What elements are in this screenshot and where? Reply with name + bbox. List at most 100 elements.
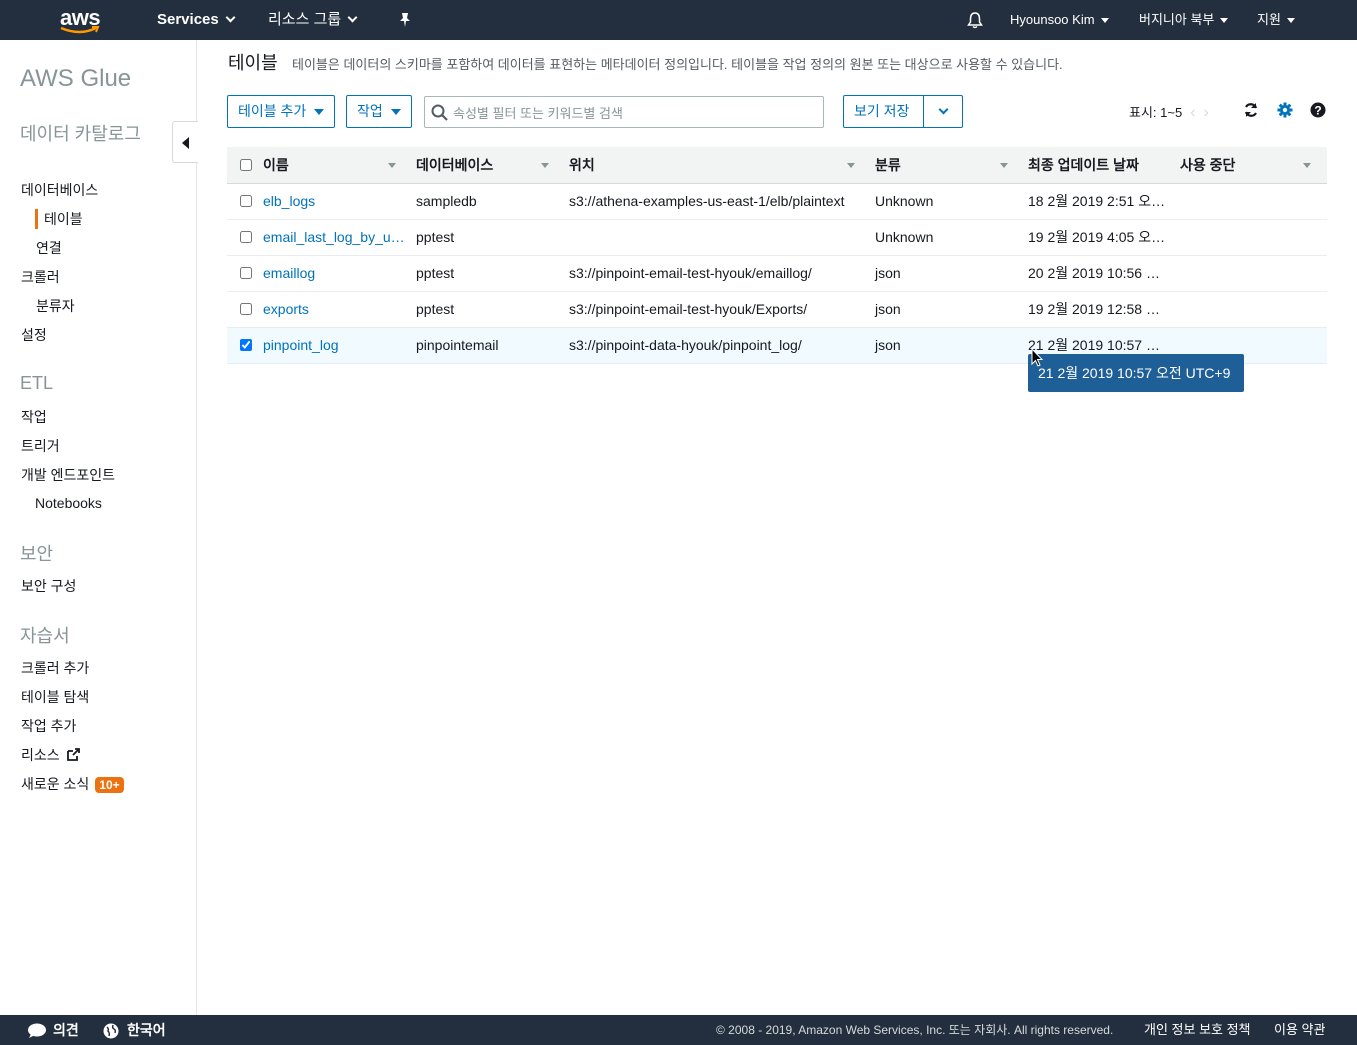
table-row[interactable]: exports pptest s3://pinpoint-email-test-…	[227, 291, 1327, 328]
table-row[interactable]: email_last_log_by_u… pptest Unknown 19 2…	[227, 219, 1327, 256]
table-name-cell: elb_logs	[259, 183, 412, 220]
row-select-cell	[227, 219, 259, 256]
help-icon[interactable]: ?	[1310, 102, 1326, 118]
sidebar-item-jobs[interactable]: 작업	[21, 407, 47, 427]
sidebar-section-catalog: 데이터 카탈로그	[20, 124, 141, 144]
whats-new-label: 새로운 소식	[21, 776, 90, 792]
sidebar-item-security-config[interactable]: 보안 구성	[21, 576, 76, 596]
sidebar-item-triggers[interactable]: 트리거	[21, 436, 60, 456]
column-header-classification[interactable]: 분류	[871, 147, 1024, 184]
action-button[interactable]: 작업	[346, 95, 412, 128]
sort-icon	[1303, 163, 1311, 168]
updated-cell: 19 2월 2019 4:05 오…	[1024, 219, 1176, 256]
column-header-location[interactable]: 위치	[565, 147, 871, 184]
search-icon	[431, 104, 449, 125]
sidebar-section-security: 보안	[20, 544, 54, 564]
sidebar-item-add-job[interactable]: 작업 추가	[21, 716, 76, 736]
search-input[interactable]	[453, 103, 813, 123]
table-name-link[interactable]: emaillog	[263, 265, 315, 281]
row-select-cell	[227, 183, 259, 220]
sidebar-item-crawlers[interactable]: 크롤러	[21, 267, 60, 287]
sidebar-item-resources[interactable]: 리소스	[21, 745, 81, 765]
location-cell: s3://pinpoint-email-test-hyouk/Exports/	[565, 291, 871, 328]
bell-icon[interactable]	[966, 11, 984, 29]
row-checkbox[interactable]	[240, 195, 252, 207]
gear-icon[interactable]	[1277, 102, 1293, 118]
sort-icon	[847, 163, 855, 168]
copyright-text: © 2008 - 2019, Amazon Web Services, Inc.…	[716, 1023, 1114, 1037]
footer: 의견 한국어 © 2008 - 2019, Amazon Web Service…	[0, 1015, 1357, 1045]
column-header-database[interactable]: 데이터베이스	[412, 147, 565, 184]
sidebar-item-settings[interactable]: 설정	[21, 325, 47, 345]
next-page-icon[interactable]: ›	[1204, 104, 1209, 121]
table-row[interactable]: emaillog pptest s3://pinpoint-email-test…	[227, 255, 1327, 292]
updated-cell: 19 2월 2019 12:58 …	[1024, 291, 1176, 328]
column-header-deprecated[interactable]: 사용 중단	[1176, 147, 1327, 184]
row-checkbox[interactable]	[240, 303, 252, 315]
row-checkbox[interactable]	[240, 267, 252, 279]
row-checkbox[interactable]	[240, 339, 252, 351]
privacy-policy-link[interactable]: 개인 정보 보호 정책	[1144, 1015, 1251, 1045]
user-menu[interactable]: Hyounsoo Kim	[1010, 0, 1109, 40]
deprecated-cell	[1176, 219, 1327, 256]
chevron-down-icon	[225, 12, 236, 23]
sidebar-item-classifiers[interactable]: 분류자	[36, 296, 75, 316]
row-checkbox[interactable]	[240, 231, 252, 243]
terms-of-use-link[interactable]: 이용 약관	[1274, 1015, 1325, 1045]
refresh-icon[interactable]	[1243, 102, 1259, 118]
save-view-button[interactable]: 보기 저장	[843, 95, 924, 128]
sidebar-item-dev-endpoints[interactable]: 개발 엔드포인트	[21, 465, 115, 485]
page-description: 테이블은 데이터의 스키마를 포함하여 데이터를 표현하는 메타데이터 정의입니…	[292, 57, 1063, 72]
resource-groups-menu[interactable]: 리소스 그룹	[268, 0, 358, 40]
table-name-link[interactable]: exports	[263, 301, 309, 317]
language-label: 한국어	[127, 1022, 166, 1038]
table-row[interactable]: elb_logs sampledb s3://athena-examples-u…	[227, 183, 1327, 220]
sidebar-item-add-crawler[interactable]: 크롤러 추가	[21, 658, 89, 678]
support-menu[interactable]: 지원	[1257, 0, 1295, 40]
column-label: 분류	[875, 156, 901, 173]
save-view-label: 보기 저장	[854, 103, 910, 119]
sidebar-collapse-button[interactable]	[172, 121, 198, 163]
database-cell: pptest	[412, 255, 565, 292]
table-name-link[interactable]: pinpoint_log	[263, 337, 339, 353]
search-field[interactable]	[424, 96, 824, 128]
add-table-button[interactable]: 테이블 추가	[227, 95, 336, 128]
table-name-link[interactable]: elb_logs	[263, 193, 315, 209]
sidebar-item-whats-new[interactable]: 새로운 소식 10+	[21, 774, 124, 794]
region-menu[interactable]: 버지니아 북부	[1139, 0, 1229, 40]
tables-table: 이름 데이터베이스 위치 분류 최종 업데이트 날짜 사용 중단 elb_log…	[227, 147, 1327, 364]
table-header-row: 이름 데이터베이스 위치 분류 최종 업데이트 날짜 사용 중단	[227, 147, 1327, 184]
caret-down-icon	[1220, 18, 1229, 24]
sidebar-item-connections[interactable]: 연결	[36, 238, 62, 258]
row-select-cell	[227, 327, 259, 364]
select-all-checkbox[interactable]	[240, 158, 252, 171]
sidebar-item-notebooks[interactable]: Notebooks	[35, 495, 102, 511]
column-header-updated[interactable]: 최종 업데이트 날짜	[1024, 147, 1176, 184]
feedback-button[interactable]: 의견	[27, 1015, 79, 1045]
pin-icon[interactable]	[398, 12, 412, 28]
sort-icon	[1000, 163, 1008, 168]
previous-page-icon[interactable]: ‹	[1190, 104, 1195, 121]
services-menu[interactable]: Services	[157, 0, 236, 40]
sidebar-item-explore-table[interactable]: 테이블 탐색	[21, 687, 89, 707]
table-name-cell: pinpoint_log	[259, 327, 412, 364]
column-header-name[interactable]: 이름	[259, 147, 412, 184]
whats-new-badge: 10+	[95, 777, 124, 794]
sort-icon	[541, 163, 549, 168]
speech-bubble-icon	[28, 1023, 46, 1039]
sidebar-section-tutorials: 자습서	[20, 626, 70, 646]
caret-down-icon	[390, 109, 401, 116]
save-view-dropdown-button[interactable]	[923, 95, 963, 128]
aws-logo[interactable]: aws	[58, 5, 104, 35]
pager-label: 표시: 1~5	[1129, 105, 1183, 120]
sidebar-item-tables[interactable]: 테이블	[35, 209, 83, 229]
classification-cell: Unknown	[871, 183, 1024, 220]
classification-cell: Unknown	[871, 219, 1024, 256]
language-selector[interactable]: 한국어	[103, 1015, 166, 1045]
deprecated-cell	[1176, 183, 1327, 220]
deprecated-cell	[1176, 291, 1327, 328]
caret-down-icon	[1286, 18, 1295, 24]
location-cell: s3://pinpoint-data-hyouk/pinpoint_log/	[565, 327, 871, 364]
sidebar-item-databases[interactable]: 데이터베이스	[21, 180, 98, 200]
table-name-link[interactable]: email_last_log_by_u…	[263, 229, 405, 245]
